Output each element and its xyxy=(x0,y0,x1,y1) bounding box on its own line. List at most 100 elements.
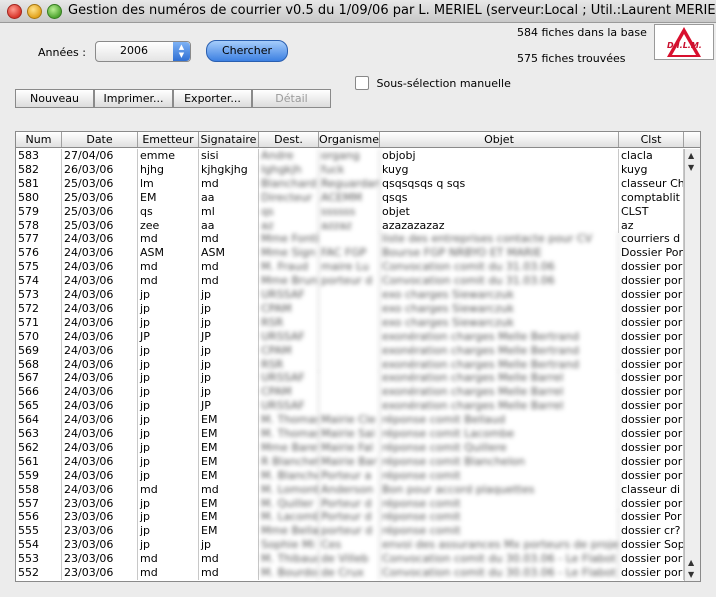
table-row[interactable]: 552 23/03/06 md md M. Bourdon de Crux Convocat… xyxy=(16,566,684,580)
table-row[interactable]: 583 27/04/06 emme sisi Andre organg objobj clac… xyxy=(16,149,684,163)
cell-num: 567 xyxy=(16,371,62,386)
cell-emetteur: qs xyxy=(138,204,199,219)
cell-emetteur: jp xyxy=(138,288,199,302)
table-row[interactable]: 574 24/03/06 md md Mme Brun porteur d Convocat… xyxy=(16,274,684,289)
cell-clst: dossier Sop xyxy=(621,538,684,553)
cell-clst: dossier por xyxy=(621,301,684,316)
years-label: Années : xyxy=(38,46,86,59)
cell-emetteur: ASM xyxy=(138,246,199,261)
cell-emetteur: jp xyxy=(138,357,199,372)
cell-emetteur: md xyxy=(138,232,199,247)
cell-dest: Mme Bellau xyxy=(261,524,319,539)
cell-objet: réponse comit Bellaud xyxy=(380,413,619,428)
table-row[interactable]: 558 24/03/06 md md M. Lomont Anderson Bon pour… xyxy=(16,482,684,497)
cell-date: 25/03/06 xyxy=(62,218,138,233)
year-select[interactable]: 2006 ▲ ▼ xyxy=(95,41,191,62)
cell-date: 24/03/06 xyxy=(62,288,138,302)
table-row[interactable]: 559 24/03/06 jp EM M. Blanche Porteur a répons… xyxy=(16,468,684,483)
cell-objet: envoi des assurances Mx porteurs de proj… xyxy=(382,538,619,553)
cell-signataire: EM xyxy=(199,413,259,428)
cell-clst: courriers d xyxy=(619,232,684,247)
table-row[interactable]: 568 24/03/06 jp jp RSR exonération charges Me… xyxy=(16,357,684,372)
table-row[interactable]: 55623/03/06jpEMM. LacombePorteur drépons… xyxy=(16,510,684,525)
table-row[interactable]: 563 24/03/06 jp EM M. Thomas Mairie Sai répons… xyxy=(16,427,684,441)
table-row[interactable]: 562 24/03/06 jp EM Mme Baret Mairie Fal répons… xyxy=(16,440,684,455)
cell-signataire: jp xyxy=(199,385,259,400)
cell-clst: Dossier Por xyxy=(621,246,684,261)
cell-num: 566 xyxy=(16,385,62,400)
cell-num: 565 xyxy=(16,399,62,414)
cell-num: 552 xyxy=(16,566,62,580)
column-header-dest[interactable]: Dest. xyxy=(259,132,319,147)
column-header-signataire[interactable]: Signataire xyxy=(199,132,259,147)
table-row[interactable]: 561 24/03/06 jp EM R Blanchet Mairie Bar répon… xyxy=(16,454,684,469)
cell-dest: CPAM xyxy=(259,301,319,316)
export-button[interactable]: Exporter... xyxy=(173,89,252,108)
cell-signataire: md xyxy=(199,552,259,567)
table-row[interactable]: 575 24/03/06 md md M. Fraud maire Lu Convocati… xyxy=(16,260,684,275)
table-row[interactable]: 557 23/03/06 jp EM M. Quiller Porteur d répons… xyxy=(16,496,684,511)
checkbox-box[interactable] xyxy=(355,76,369,90)
table-row[interactable]: 569 24/03/06 jp jp CPAM exonération charges M… xyxy=(16,343,684,358)
cell-emetteur: jp xyxy=(138,538,199,553)
cell-clst: dossier por xyxy=(621,440,684,455)
vertical-scrollbar[interactable]: ▲ ▼ ▲ ▼ xyxy=(684,149,700,581)
close-window-button[interactable] xyxy=(7,4,22,19)
new-button[interactable]: Nouveau xyxy=(15,89,94,108)
column-header-date[interactable]: Date xyxy=(62,132,138,147)
table-row[interactable]: 580 25/03/06 EM aa Directeur ACEMM qsqs comptab… xyxy=(16,190,684,205)
table-row[interactable]: 55523/03/06jpEMMme Bellauporteur drépons… xyxy=(16,524,684,539)
cell-clst: comptablit xyxy=(619,190,684,205)
zoom-window-button[interactable] xyxy=(47,4,62,19)
print-button[interactable]: Imprimer... xyxy=(94,89,173,108)
minimize-window-button[interactable] xyxy=(27,4,42,19)
table-row[interactable]: 565 24/03/06 jp JP URSSAF exonération charges… xyxy=(16,399,684,414)
cell-dest: M. Thomas xyxy=(261,427,319,441)
cell-organisme: Mairie Cle xyxy=(319,413,380,428)
cell-num: 578 xyxy=(16,218,62,233)
cell-dest: M. Blanche xyxy=(261,468,319,483)
cell-signataire: jp xyxy=(199,288,259,302)
scroll-up-icon[interactable]: ▲ xyxy=(688,558,694,567)
cell-dest: URSSAF xyxy=(259,371,319,386)
table-row[interactable]: 553 23/03/06 md md M. Thibaud de Villeb Convoc… xyxy=(16,552,684,567)
table-row[interactable]: 576 24/03/06 ASM ASM Mme Sign FAC FGP Bourse F… xyxy=(16,246,684,261)
table-row[interactable]: 567 24/03/06 jp jp URSSAF exonération charges… xyxy=(16,371,684,386)
column-header-objet[interactable]: Objet xyxy=(380,132,619,147)
detail-button[interactable]: Détail xyxy=(252,89,331,108)
column-header-num[interactable]: Num xyxy=(16,132,62,147)
table-row[interactable]: 571 24/03/06 jp jp RSR exo charges Siewarczuk… xyxy=(16,315,684,330)
column-header-organisme[interactable]: Organisme xyxy=(319,132,380,147)
table-row[interactable]: 577 24/03/06 md md Mme Fonti liste des entrep… xyxy=(16,232,684,247)
scroll-up-icon[interactable]: ▲ xyxy=(688,151,694,160)
cell-num: 579 xyxy=(16,204,62,219)
scroll-down-icon[interactable]: ▼ xyxy=(688,570,694,579)
column-header-emetteur[interactable]: Emetteur xyxy=(138,132,199,147)
logo-text: D.I.L.M. xyxy=(667,41,702,50)
table-row[interactable]: 554 23/03/06 jp jp Sophie Mi Ces envoi des ass… xyxy=(16,538,684,553)
cell-num: 570 xyxy=(16,329,62,344)
table-row[interactable]: 582 26/03/06 hjhg kjhgkjhg Ighgkjh fuck kuyg ku… xyxy=(16,162,684,177)
table-row[interactable]: 573 24/03/06 jp jp URSSAF exo charges Siewarc… xyxy=(16,288,684,302)
table-row[interactable]: 578 25/03/06 zee aa az azzaz azazazazaz az xyxy=(16,218,684,233)
cell-date: 24/03/06 xyxy=(62,246,138,261)
manual-selection-checkbox[interactable]: Sous-sélection manuelle xyxy=(355,76,511,90)
table-row[interactable]: 572 24/03/06 jp jp CPAM exo charges Siewarczu… xyxy=(16,301,684,316)
cell-emetteur: md xyxy=(138,260,199,275)
cell-organisme xyxy=(319,315,380,330)
cell-signataire: aa xyxy=(199,190,259,205)
table-row[interactable]: 579 25/03/06 qs ml qs ssssss objet CLST xyxy=(16,204,684,219)
table-row[interactable]: 566 24/03/06 jp jp CPAM exonération charges M… xyxy=(16,385,684,400)
table-row[interactable]: 581 25/03/06 lm md Blanchard Reguardant qsqsqs… xyxy=(16,176,684,191)
cell-objet: réponse comit xyxy=(380,510,619,525)
cell-date: 23/03/06 xyxy=(62,552,138,567)
cell-signataire: EM xyxy=(199,524,259,539)
search-button[interactable]: Chercher xyxy=(206,40,288,62)
cell-clst: dossier por xyxy=(621,329,684,344)
scroll-down-icon[interactable]: ▼ xyxy=(688,163,694,172)
table-row[interactable]: 570 24/03/06 JP JP URSSAF exonération charges… xyxy=(16,329,684,344)
cell-dest: RSR xyxy=(259,315,319,330)
cell-date: 24/03/06 xyxy=(62,301,138,316)
table-row[interactable]: 564 24/03/06 jp EM M. Thomas Mairie Cle répons… xyxy=(16,413,684,428)
column-header-clst[interactable]: Clst xyxy=(619,132,684,147)
